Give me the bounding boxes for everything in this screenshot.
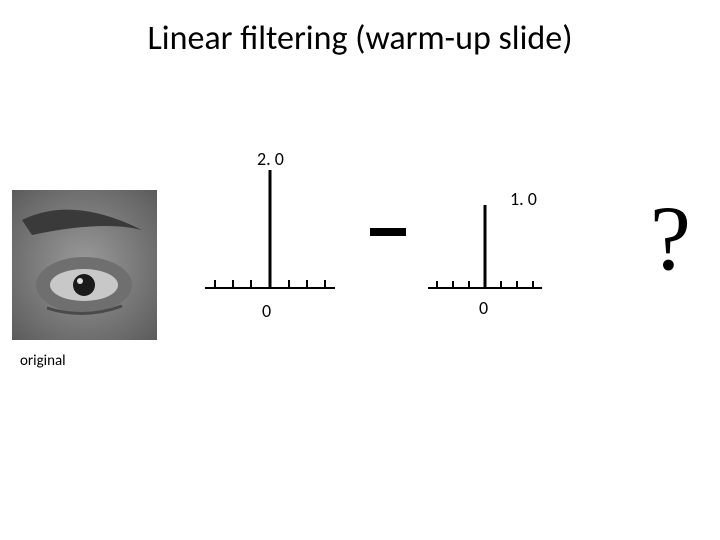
impulse1-scale-label: 2. 0 xyxy=(257,148,284,170)
impulse1-plot xyxy=(195,170,345,305)
impulse1-axis-label: 0 xyxy=(262,300,271,322)
impulse2-axis-label: 0 xyxy=(479,297,488,319)
result-question-mark: ? xyxy=(650,185,691,291)
eye-icon xyxy=(12,190,157,340)
impulse2-plot xyxy=(420,205,550,305)
slide-title: Linear filtering (warm-up slide) xyxy=(0,18,720,59)
minus-operator: – xyxy=(370,222,406,247)
slide: Linear filtering (warm-up slide) xyxy=(0,0,720,540)
minus-icon xyxy=(370,222,406,242)
original-image xyxy=(12,190,157,340)
image-caption: original xyxy=(20,352,66,370)
